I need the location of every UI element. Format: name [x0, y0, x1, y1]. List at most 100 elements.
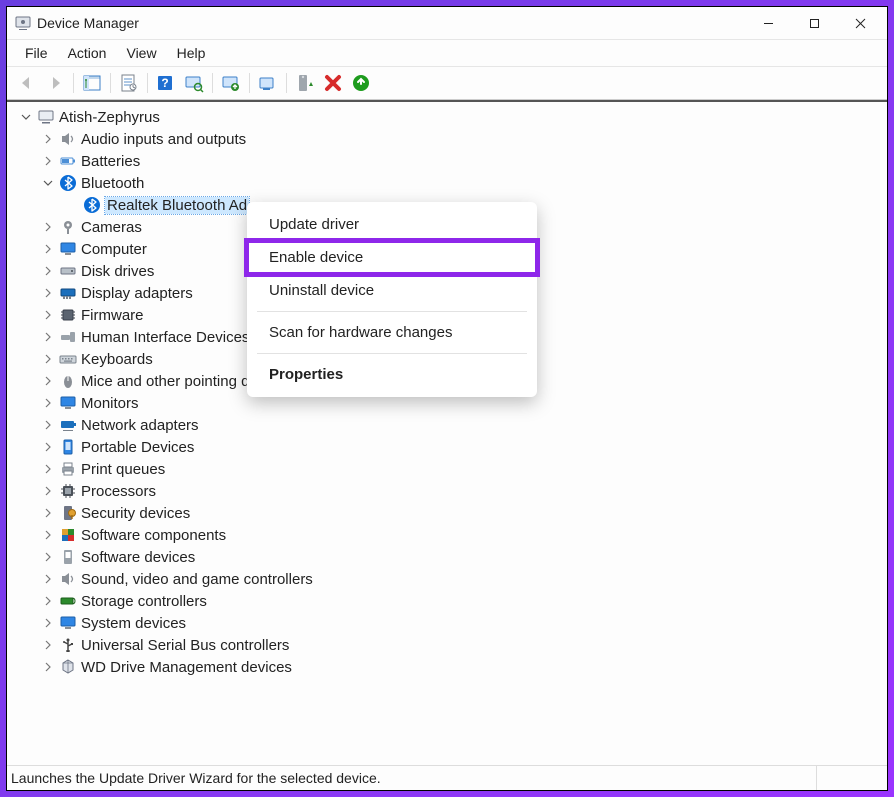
ctx-update-driver[interactable]: Update driver [247, 208, 537, 241]
tree-item-audio[interactable]: Audio inputs and outputs [13, 128, 887, 150]
tree-root[interactable]: Atish-Zephyrus [13, 106, 887, 128]
toolbar-separator [286, 73, 287, 93]
caret-right-icon[interactable] [41, 330, 55, 344]
menu-help[interactable]: Help [167, 42, 216, 64]
caret-right-icon[interactable] [41, 638, 55, 652]
usb-icon [59, 636, 77, 654]
show-hide-console-tree-button[interactable] [79, 71, 105, 95]
context-menu: Update driver Enable device Uninstall de… [247, 202, 537, 397]
caret-right-icon[interactable] [41, 220, 55, 234]
speaker-icon [59, 130, 77, 148]
caret-right-icon[interactable] [41, 418, 55, 432]
tree-item-label: Software components [81, 527, 226, 544]
uninstall-device-button[interactable] [320, 71, 346, 95]
ctx-scan-hardware[interactable]: Scan for hardware changes [247, 316, 537, 349]
caret-right-icon[interactable] [41, 528, 55, 542]
caret-right-icon[interactable] [41, 132, 55, 146]
caret-right-icon[interactable] [41, 506, 55, 520]
tree-item-label: Portable Devices [81, 439, 194, 456]
tree-item-label: Print queues [81, 461, 165, 478]
caret-right-icon[interactable] [41, 154, 55, 168]
minimize-button[interactable] [745, 8, 791, 38]
caret-right-icon[interactable] [41, 264, 55, 278]
tree-item-wd[interactable]: WD Drive Management devices [13, 656, 887, 678]
tree-item-swdev[interactable]: Software devices [13, 546, 887, 568]
menu-file[interactable]: File [15, 42, 58, 64]
monitor-icon [59, 394, 77, 412]
caret-right-icon[interactable] [41, 462, 55, 476]
tree-item-usb[interactable]: Universal Serial Bus controllers [13, 634, 887, 656]
scan-hardware-button[interactable] [181, 71, 207, 95]
ctx-properties[interactable]: Properties [247, 358, 537, 391]
menu-action[interactable]: Action [58, 42, 117, 64]
caret-right-icon[interactable] [41, 308, 55, 322]
tree-root-label: Atish-Zephyrus [59, 109, 160, 126]
update-driver-button[interactable] [218, 71, 244, 95]
tree-item-storage[interactable]: Storage controllers [13, 590, 887, 612]
tree-item-security[interactable]: Security devices [13, 502, 887, 524]
back-button[interactable] [14, 71, 40, 95]
disable-driver-button[interactable] [292, 71, 318, 95]
display-adapter-icon [59, 284, 77, 302]
bluetooth-icon [83, 196, 101, 214]
caret-down-icon[interactable] [19, 110, 33, 124]
tree-item-bluetooth[interactable]: Bluetooth [13, 172, 887, 194]
tree-item-portable[interactable]: Portable Devices [13, 436, 887, 458]
properties-button[interactable] [116, 71, 142, 95]
tree-item-label: Monitors [81, 395, 139, 412]
status-text: Launches the Update Driver Wizard for th… [11, 770, 381, 786]
tree-item-processors[interactable]: Processors [13, 480, 887, 502]
caret-right-icon[interactable] [41, 616, 55, 630]
security-icon [59, 504, 77, 522]
tree-item-label: Bluetooth [81, 175, 144, 192]
caret-right-icon[interactable] [41, 594, 55, 608]
forward-button[interactable] [42, 71, 68, 95]
keyboard-icon [59, 350, 77, 368]
camera-icon [59, 218, 77, 236]
tree-item-swcomp[interactable]: Software components [13, 524, 887, 546]
sw-device-icon [59, 548, 77, 566]
tree-item-print[interactable]: Print queues [13, 458, 887, 480]
caret-right-icon[interactable] [41, 660, 55, 674]
tree-item-label: Security devices [81, 505, 190, 522]
ctx-uninstall-device[interactable]: Uninstall device [247, 274, 537, 307]
close-button[interactable] [837, 8, 883, 38]
caret-right-icon[interactable] [41, 242, 55, 256]
device-tree-area: Atish-Zephyrus Audio inputs and outputs … [7, 100, 887, 765]
help-button[interactable]: ? [153, 71, 179, 95]
caret-right-icon[interactable] [41, 396, 55, 410]
menu-view[interactable]: View [116, 42, 166, 64]
tree-item-label: Display adapters [81, 285, 193, 302]
tree-item-label: Disk drives [81, 263, 154, 280]
menu-bar: File Action View Help [7, 39, 887, 67]
caret-right-icon[interactable] [41, 484, 55, 498]
tree-item-label: System devices [81, 615, 186, 632]
toolbar: ? [7, 67, 887, 100]
tree-item-label: Realtek Bluetooth Ad [105, 197, 249, 214]
tree-item-network[interactable]: Network adapters [13, 414, 887, 436]
ctx-separator [257, 353, 527, 354]
caret-right-icon[interactable] [41, 286, 55, 300]
caret-down-icon[interactable] [41, 176, 55, 190]
tree-item-sound[interactable]: Sound, video and game controllers [13, 568, 887, 590]
status-bar: Launches the Update Driver Wizard for th… [7, 765, 887, 790]
tree-item-label: Firmware [81, 307, 144, 324]
caret-right-icon[interactable] [41, 572, 55, 586]
tree-item-system[interactable]: System devices [13, 612, 887, 634]
maximize-button[interactable] [791, 8, 837, 38]
caret-right-icon[interactable] [41, 374, 55, 388]
caret-right-icon[interactable] [41, 550, 55, 564]
caret-right-icon[interactable] [41, 352, 55, 366]
enable-device-button[interactable] [255, 71, 281, 95]
hid-icon [59, 328, 77, 346]
tree-item-label: Cameras [81, 219, 142, 236]
printer-icon [59, 460, 77, 478]
ctx-enable-device[interactable]: Enable device [247, 241, 537, 274]
speaker-icon [59, 570, 77, 588]
ctx-separator [257, 311, 527, 312]
add-legacy-hardware-button[interactable] [348, 71, 374, 95]
portable-device-icon [59, 438, 77, 456]
caret-right-icon[interactable] [41, 440, 55, 454]
storage-controller-icon [59, 592, 77, 610]
tree-item-batteries[interactable]: Batteries [13, 150, 887, 172]
